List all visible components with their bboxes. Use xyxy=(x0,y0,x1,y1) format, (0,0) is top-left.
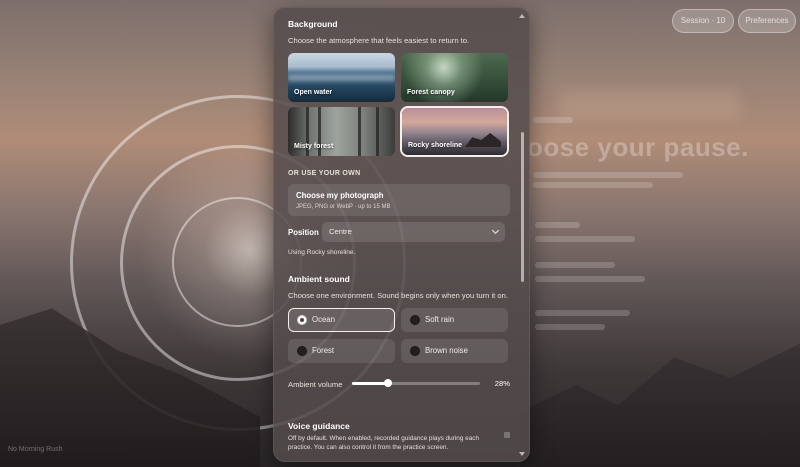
background-footer-text: No Morning Rush xyxy=(8,446,63,453)
tree-trunk xyxy=(358,107,361,156)
volume-slider-fill xyxy=(352,382,388,385)
ambient-volume-slider[interactable] xyxy=(352,379,480,387)
background-option-forest-canopy[interactable]: Forest canopy xyxy=(401,53,508,102)
ambient-option-forest[interactable]: Forest xyxy=(288,339,395,363)
background-line xyxy=(535,222,580,228)
scrollbar-thumb[interactable] xyxy=(521,132,524,282)
background-line xyxy=(533,117,573,123)
scroll-up-arrow[interactable] xyxy=(519,14,525,18)
background-section-title: Background xyxy=(288,19,338,29)
choose-photograph-button[interactable]: Choose my photograph JPEG, PNG or WebP ·… xyxy=(288,184,510,216)
background-heading: oose your pause. xyxy=(527,132,749,162)
background-line xyxy=(535,310,630,316)
session-pill-button[interactable]: Session · 10 xyxy=(672,9,734,33)
scroll-down-arrow[interactable] xyxy=(519,452,525,456)
settings-panel: Background Choose the atmosphere that fe… xyxy=(273,7,530,462)
choose-photograph-hint: JPEG, PNG or WebP · up to 15 MB xyxy=(296,204,391,210)
use-your-own-heading: OR USE YOUR OWN xyxy=(288,170,361,177)
voice-guidance-title: Voice guidance xyxy=(288,421,350,431)
ambient-option-label: Soft rain xyxy=(425,315,455,324)
ambient-option-label: Brown noise xyxy=(425,346,468,355)
ambient-volume-label: Ambient volume xyxy=(288,380,343,389)
background-line xyxy=(533,182,653,188)
ambient-option-label: Forest xyxy=(312,346,335,355)
background-line xyxy=(535,276,645,282)
background-sun-haze xyxy=(560,90,740,120)
ambient-volume-value: 28% xyxy=(494,379,510,388)
rock-shape xyxy=(465,133,501,147)
background-option-rocky-shoreline[interactable]: Rocky shoreline xyxy=(402,108,507,155)
ambient-option-brown-noise[interactable]: Brown noise xyxy=(401,339,508,363)
ambient-option-label: Ocean xyxy=(312,315,335,324)
background-option-label: Open water xyxy=(294,89,333,96)
background-line xyxy=(533,172,683,178)
background-section-subtitle: Choose the atmosphere that feels easiest… xyxy=(288,36,470,45)
voice-guidance-description: Off by default. When enabled, recorded g… xyxy=(288,435,480,451)
ambient-option-soft-rain[interactable]: Soft rain xyxy=(401,308,508,332)
ambient-sound-subtitle: Choose one environment. Sound begins onl… xyxy=(288,291,508,300)
background-line xyxy=(535,236,635,242)
background-option-misty-forest[interactable]: Misty forest xyxy=(288,107,395,156)
background-option-open-water[interactable]: Open water xyxy=(288,53,395,102)
background-option-label: Misty forest xyxy=(294,143,334,150)
preferences-pill-button[interactable]: Preferences xyxy=(738,9,796,33)
radio-unselected-icon xyxy=(410,315,420,325)
background-line xyxy=(535,262,615,268)
tree-trunk xyxy=(376,107,379,156)
ambient-sound-title: Ambient sound xyxy=(288,274,350,284)
radio-unselected-icon xyxy=(410,346,420,356)
chevron-down-icon xyxy=(491,226,500,235)
wave-highlight xyxy=(288,75,395,81)
choose-photograph-title: Choose my photograph xyxy=(296,191,384,200)
background-line xyxy=(535,324,605,330)
position-label: Position xyxy=(288,228,319,237)
ambient-option-ocean[interactable]: Ocean xyxy=(288,308,395,332)
background-option-label: Rocky shoreline xyxy=(408,142,463,149)
position-select-value: Centre xyxy=(329,227,352,236)
position-note: Using Rocky shoreline. xyxy=(288,249,356,256)
voice-guidance-toggle[interactable] xyxy=(504,432,510,438)
position-select[interactable]: Centre xyxy=(322,222,505,242)
radio-selected-icon xyxy=(297,315,307,325)
background-rock-right xyxy=(520,343,800,467)
volume-slider-handle[interactable] xyxy=(383,379,392,387)
background-option-label: Forest canopy xyxy=(407,89,455,96)
radio-unselected-icon xyxy=(297,346,307,356)
